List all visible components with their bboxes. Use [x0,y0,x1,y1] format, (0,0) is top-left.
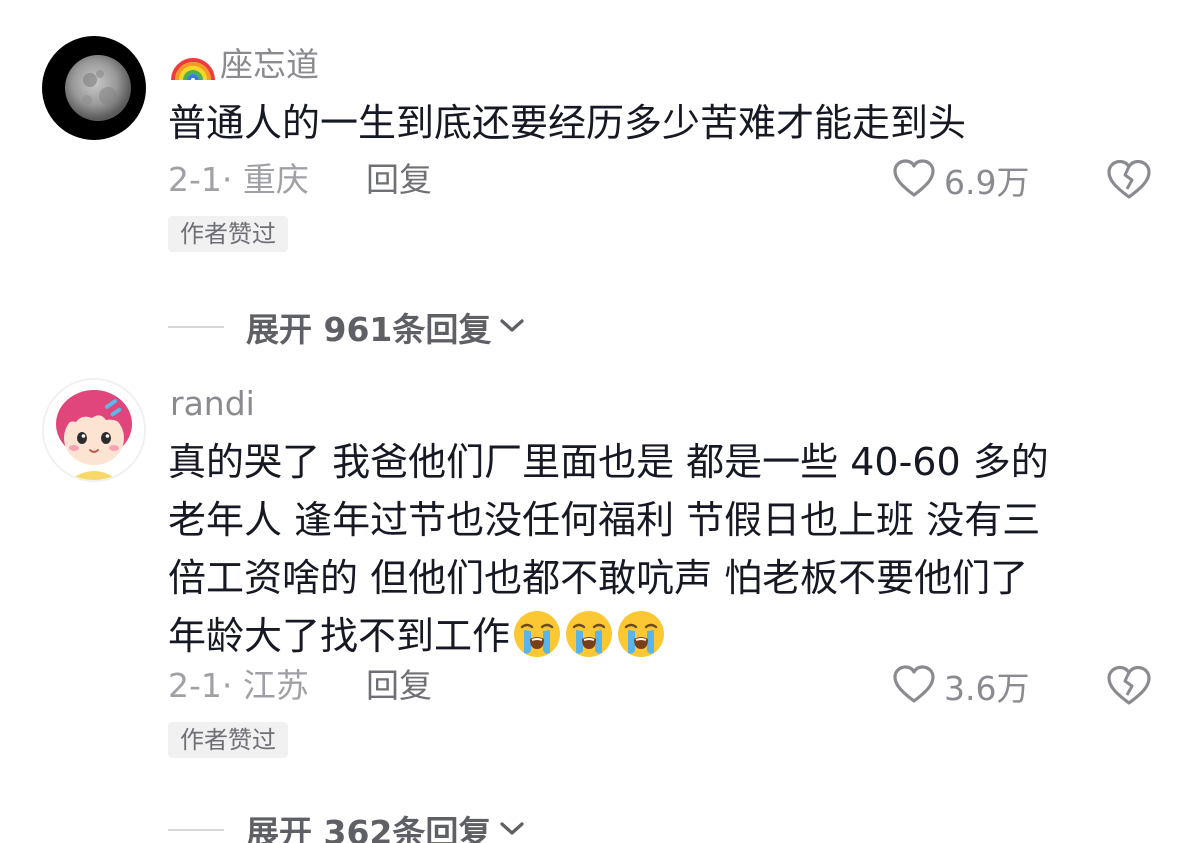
rainbow-icon [170,42,216,91]
moon-avatar[interactable] [42,36,146,140]
comment-text: 真的哭了 我爸他们厂里面也是 都是一些 40-60 多的 老年人 逢年过节也没任… [168,433,1158,665]
chevron-down-icon [497,315,527,339]
broken-heart-icon[interactable] [1106,158,1152,204]
comment-text: 普通人的一生到底还要经历多少苦难才能走到头 [168,94,1158,152]
comment-username-row[interactable]: 座忘道 [170,42,319,91]
broken-heart-icon[interactable] [1106,664,1152,710]
emoji-group [512,609,668,675]
expand-replies-button[interactable]: 展开 362条回复 [168,808,527,843]
expand-replies-button[interactable]: 展开 961条回复 [168,305,527,349]
comment-text-line: 普通人的一生到底还要经历多少苦难才能走到头 [168,101,967,145]
comment-text-line: 老年人 逢年过节也没任何福利 节假日也上班 没有三 [168,498,1041,542]
comment-text-line-last: 年龄大了找不到工作 [168,607,1158,665]
author-liked-tag: 作者赞过 [168,216,288,252]
comment-text-fragment: 年龄大了找不到工作 [168,614,511,658]
like-button[interactable]: 3.6万 [892,664,1029,708]
comment-text-line: 真的哭了 我爸他们厂里面也是 都是一些 40-60 多的 [168,440,1049,484]
divider [168,829,224,831]
loudly-crying-face-icon [512,609,564,675]
reply-button[interactable]: 回复 [366,160,432,200]
reply-button[interactable]: 回复 [366,666,432,706]
heart-outline-icon [892,158,936,202]
comment-meta: 2-1· 重庆 [168,160,309,199]
author-liked-tag: 作者赞过 [168,722,288,758]
like-count: 3.6万 [944,669,1030,708]
comment-username: 座忘道 [220,45,319,84]
loudly-crying-face-icon [564,609,616,675]
comment-username[interactable]: randi [170,384,255,424]
expand-replies-label: 展开 961条回复 [246,310,492,349]
comment-meta: 2-1· 江苏 [168,666,309,705]
comment-list: 座忘道 普通人的一生到底还要经历多少苦难才能走到头 2-1· 重庆 回复 6.9… [0,0,1200,843]
heart-outline-icon [892,664,936,708]
like-count: 6.9万 [944,163,1030,202]
comment-text-line: 倍工资啥的 但他们也都不敢吭声 怕老板不要他们了 [168,556,1029,600]
loudly-crying-face-icon [616,609,668,675]
divider [168,326,224,328]
expand-replies-label: 展开 362条回复 [246,813,492,843]
cartoon-girl-avatar[interactable] [42,378,146,482]
chevron-down-icon [497,818,527,842]
like-button[interactable]: 6.9万 [892,158,1029,202]
